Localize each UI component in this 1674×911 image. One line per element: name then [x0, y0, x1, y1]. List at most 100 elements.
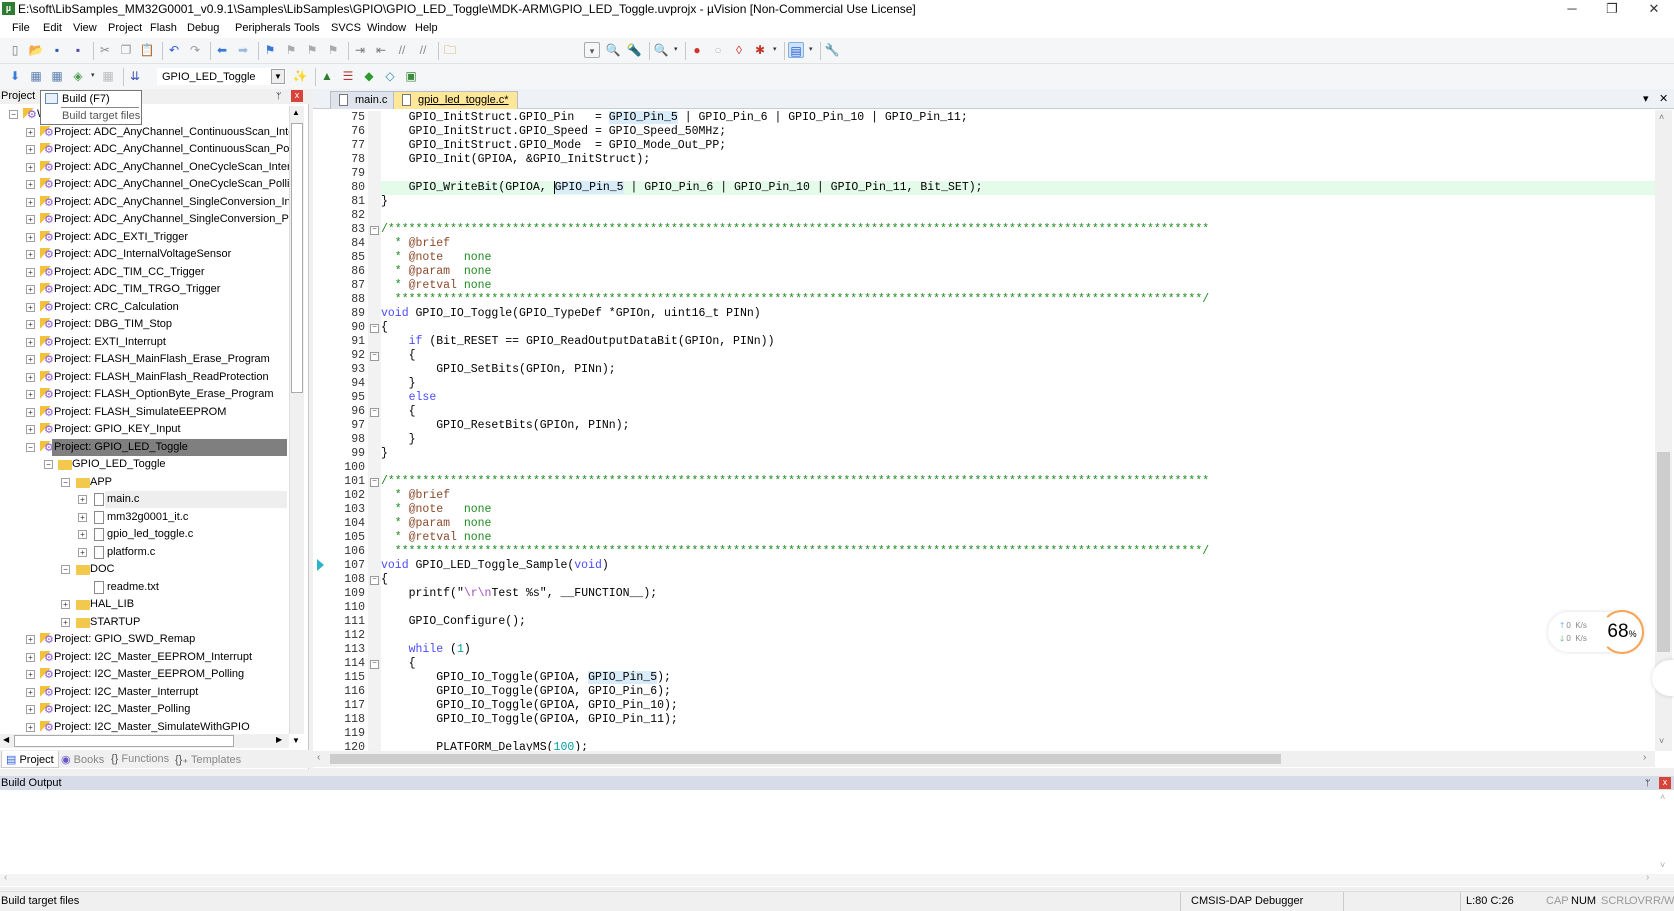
scroll-down-icon[interactable]: ˅	[1660, 860, 1665, 870]
tree-item[interactable]: + platform.c	[0, 544, 287, 561]
copy-icon[interactable]: ❐	[118, 42, 134, 58]
chevron-down-icon[interactable]: ▼	[271, 69, 285, 84]
build-output-text[interactable]	[0, 790, 1655, 874]
find-icon[interactable]: 🔍	[605, 42, 621, 58]
code-line[interactable]: 93 GPIO_SetBits(GPIOn, PINn);	[313, 363, 1655, 377]
pin-icon[interactable]: ᛘ	[276, 89, 281, 103]
disable-breakpoint-icon[interactable]: ○	[710, 42, 726, 58]
tree-item[interactable]: + HAL_LIB	[0, 596, 287, 613]
menu-peripherals[interactable]: Peripherals	[235, 22, 291, 34]
breakpoints-dropdown-icon[interactable]: ✱	[752, 42, 768, 58]
code-line[interactable]: 105 * @retval none	[313, 531, 1655, 545]
target-options-icon[interactable]: ✨	[292, 68, 308, 84]
editor-horizontal-scrollbar[interactable]: ‹ ›	[313, 751, 1655, 767]
target-select[interactable]: GPIO_LED_Toggle ▼	[157, 68, 286, 85]
code-line[interactable]: 102 * @brief	[313, 489, 1655, 503]
scroll-down-icon[interactable]: ▼	[292, 736, 300, 745]
scrollbar-thumb[interactable]	[330, 754, 1281, 764]
find-in-files-icon[interactable]: 🗀	[442, 42, 458, 58]
fold-collapse-icon[interactable]: −	[370, 478, 379, 487]
code-line[interactable]: 84 * @brief	[313, 237, 1655, 251]
code-line[interactable]: 89 void GPIO_IO_Toggle(GPIO_TypeDef *GPIO…	[313, 307, 1655, 321]
dropdown-icon[interactable]: ▾	[91, 68, 98, 84]
save-icon[interactable]: ▪	[49, 42, 65, 58]
tree-item[interactable]: + Project: ADC_AnyChannel_SingleConversio…	[0, 211, 289, 229]
tab-templates[interactable]: {}₊ Templates	[171, 751, 245, 768]
editor-vertical-scrollbar[interactable]: ˄ ˅	[1655, 110, 1672, 751]
scroll-left-icon[interactable]: ◀	[3, 735, 9, 744]
expand-toggle-icon[interactable]: +	[26, 162, 35, 172]
code-line[interactable]: 79	[313, 167, 1655, 181]
tree-item[interactable]: + Project: I2C_Master_Interrupt	[0, 684, 287, 702]
code-line[interactable]: 117 GPIO_IO_Toggle(GPIOA, GPIO_Pin_10);	[313, 699, 1655, 713]
expand-toggle-icon[interactable]: +	[26, 407, 35, 417]
code-line[interactable]: 120 PLATFORM_DelayMS(100);	[313, 741, 1655, 751]
dropdown-icon[interactable]: ▾	[674, 42, 681, 58]
tree-item[interactable]: + Project: ADC_AnyChannel_ContinuousScan_…	[0, 124, 289, 142]
expand-toggle-icon[interactable]: +	[26, 652, 35, 662]
uncomment-icon[interactable]: //	[415, 42, 431, 58]
code-line[interactable]: 115 GPIO_IO_Toggle(GPIOA, GPIO_Pin_5);	[313, 671, 1655, 685]
breakpoint-icon[interactable]: ●	[689, 42, 705, 58]
code-line[interactable]: 82	[313, 209, 1655, 223]
scroll-right-icon[interactable]: ▶	[276, 735, 282, 744]
navigate-forward-icon[interactable]: ➡	[235, 42, 251, 58]
code-line[interactable]: 83−/************************************…	[313, 223, 1655, 237]
expand-toggle-icon[interactable]: +	[26, 635, 35, 644]
tree-item[interactable]: + Project: GPIO_SWD_Remap	[0, 631, 287, 649]
code-line[interactable]: 96− {	[313, 405, 1655, 419]
expand-toggle-icon[interactable]: −	[9, 110, 18, 119]
tree-item[interactable]: + Project: ADC_AnyChannel_OneCycleScan_Po…	[0, 176, 289, 194]
rebuild-icon[interactable]: ▦	[49, 68, 65, 84]
scrollbar-thumb[interactable]	[1657, 452, 1670, 652]
incremental-find-icon[interactable]: 🔦	[626, 42, 642, 58]
code-line[interactable]: 95 else	[313, 391, 1655, 405]
expand-toggle-icon[interactable]: +	[26, 390, 35, 399]
code-line[interactable]: 98 }	[313, 433, 1655, 447]
menu-project[interactable]: Project	[108, 22, 142, 34]
menu-debug[interactable]: Debug	[187, 22, 219, 34]
tree-item[interactable]: − GPIO_LED_Toggle	[0, 456, 287, 473]
scrollbar-thumb[interactable]	[291, 123, 303, 393]
code-area[interactable]: 75 GPIO_InitStruct.GPIO_Pin = GPIO_Pin_5…	[313, 110, 1655, 751]
expand-toggle-icon[interactable]: +	[26, 180, 35, 189]
scroll-down-icon[interactable]: ˅	[1659, 736, 1664, 746]
tree-item[interactable]: + Project: I2C_Master_EEPROM_Interrupt	[0, 649, 287, 667]
select-packs-icon[interactable]: ☰	[340, 68, 356, 84]
batch-build-icon[interactable]: ◈	[70, 68, 86, 84]
software-packs-icon[interactable]: ◇	[382, 68, 398, 84]
code-line[interactable]: 85 * @note none	[313, 251, 1655, 265]
tree-item[interactable]: + main.c	[78, 491, 287, 508]
code-line[interactable]: 90−{	[313, 321, 1655, 335]
code-line[interactable]: 86 * @param none	[313, 265, 1655, 279]
expand-toggle-icon[interactable]: +	[26, 250, 35, 259]
close-panel-icon[interactable]: x	[1659, 777, 1671, 789]
expand-toggle-icon[interactable]: −	[44, 460, 53, 469]
close-button[interactable]: ✕	[1634, 0, 1674, 19]
expand-toggle-icon[interactable]: +	[26, 197, 35, 207]
unindent-icon[interactable]: ⇤	[373, 42, 389, 58]
expand-toggle-icon[interactable]: +	[78, 512, 87, 522]
tree-item[interactable]: + Project: I2C_Master_Polling	[0, 701, 287, 719]
tree-item[interactable]: + Project: ADC_TIM_CC_Trigger	[0, 264, 287, 282]
tree-item[interactable]: + Project: FLASH_SimulateEEPROM	[0, 404, 287, 422]
tree-item[interactable]: + Project: GPIO_KEY_Input	[0, 421, 287, 439]
event-recorder-icon[interactable]: ▣	[403, 68, 419, 84]
stop-build-icon[interactable]: ▦	[100, 68, 116, 84]
tree-item[interactable]: + Project: ADC_TIM_TRGO_Trigger	[0, 281, 287, 299]
expand-toggle-icon[interactable]: +	[78, 547, 87, 557]
tab-books[interactable]: ◉ Books	[57, 751, 108, 768]
code-line[interactable]: 91 if (Bit_RESET == GPIO_ReadOutputDataB…	[313, 335, 1655, 349]
code-line[interactable]: 107 void GPIO_LED_Toggle_Sample(void)	[313, 559, 1655, 573]
fold-collapse-icon[interactable]: −	[370, 408, 379, 417]
tree-item[interactable]: + Project: EXTI_Interrupt	[0, 334, 287, 352]
cut-icon[interactable]: ✂	[97, 42, 113, 58]
tree-item[interactable]: + Project: FLASH_OptionByte_Erase_Program	[0, 386, 287, 404]
expand-toggle-icon[interactable]: +	[61, 600, 70, 609]
debug-session-icon[interactable]: 🔍	[653, 42, 669, 58]
scroll-up-icon[interactable]: ▲	[292, 108, 300, 117]
code-line[interactable]: 104 * @param none	[313, 517, 1655, 531]
expand-toggle-icon[interactable]: +	[26, 687, 35, 697]
expand-toggle-icon[interactable]: +	[26, 285, 35, 294]
menu-svcs[interactable]: SVCS	[331, 22, 361, 34]
